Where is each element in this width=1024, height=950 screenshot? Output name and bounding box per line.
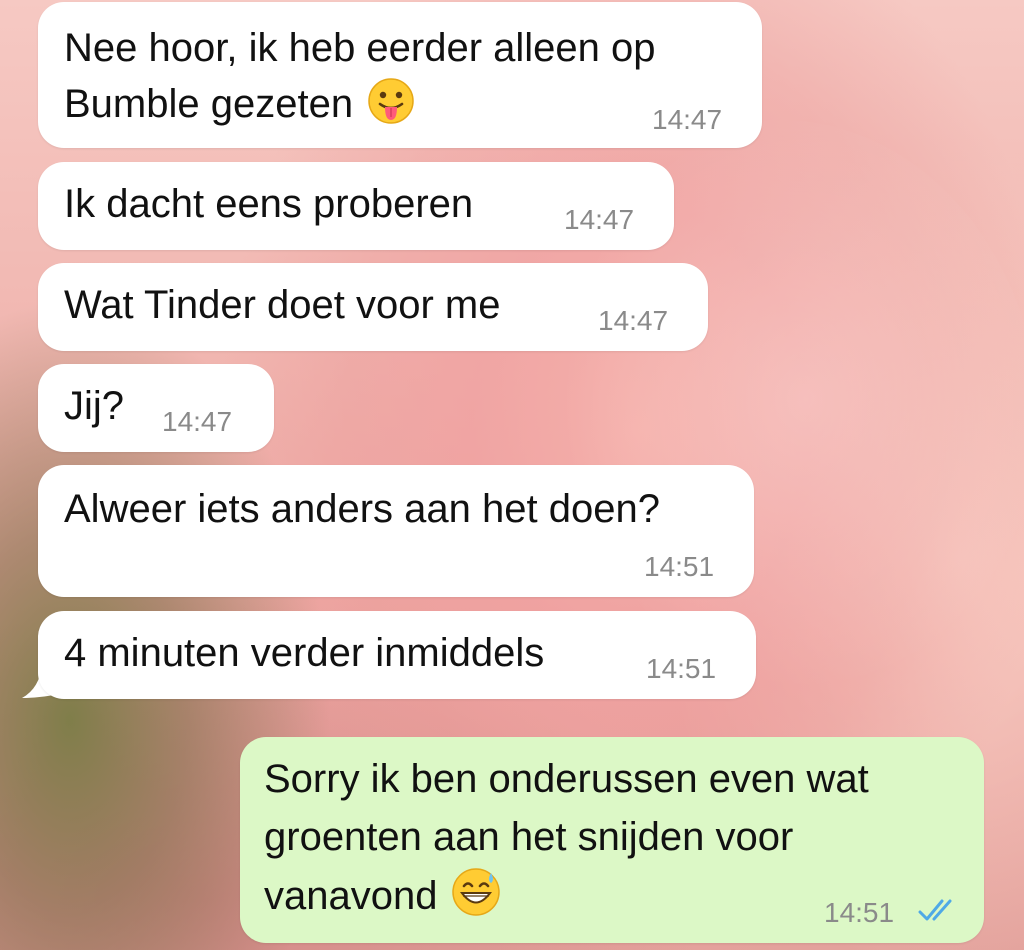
- message-timestamp: 14:47: [598, 305, 669, 336]
- message-timestamp: 14:47: [564, 204, 635, 235]
- message-text-line: Nee hoor, ik heb eerder alleen op: [64, 26, 656, 70]
- incoming-message-bubble[interactable]: Alweer iets anders aan het doen? 14:51: [38, 465, 754, 597]
- grinning-sweat-icon: [451, 867, 501, 932]
- message-timestamp: 14:51: [646, 653, 717, 684]
- message-timestamp: 14:47: [652, 104, 723, 135]
- face-with-tongue-icon: [367, 77, 415, 140]
- incoming-message-bubble[interactable]: 4 minuten verder inmiddels 14:51: [38, 611, 756, 699]
- message-timestamp: 14:51: [824, 897, 895, 928]
- message-timestamp: 14:51: [644, 551, 715, 582]
- message-text-line: Bumble gezeten: [64, 76, 415, 140]
- message-timestamp: 14:47: [162, 406, 233, 437]
- message-text: Wat Tinder doet voor me: [64, 283, 501, 327]
- message-text: 4 minuten verder inmiddels: [64, 631, 545, 675]
- read-double-check-icon: [918, 899, 952, 921]
- incoming-message-bubble[interactable]: Wat Tinder doet voor me 14:47: [38, 263, 708, 351]
- message-text-line: Sorry ik ben onderussen even wat: [264, 757, 869, 801]
- incoming-message-bubble[interactable]: Jij? 14:47: [38, 364, 274, 452]
- message-text-line: vanavond: [264, 867, 501, 932]
- incoming-message-bubble[interactable]: Ik dacht eens proberen 14:47: [38, 162, 674, 250]
- message-text-fragment: Bumble gezeten: [64, 82, 354, 126]
- message-text: Ik dacht eens proberen: [64, 182, 474, 226]
- incoming-message-bubble[interactable]: Nee hoor, ik heb eerder alleen op Bumble…: [38, 2, 762, 148]
- message-text-line: groenten aan het snijden voor: [264, 815, 794, 859]
- message-text: Alweer iets anders aan het doen?: [64, 487, 660, 531]
- outgoing-message-bubble[interactable]: Sorry ik ben onderussen even wat groente…: [240, 737, 984, 943]
- chat-message-list[interactable]: Nee hoor, ik heb eerder alleen op Bumble…: [0, 0, 1024, 950]
- message-text-fragment: vanavond: [264, 874, 438, 918]
- message-text: Jij?: [64, 384, 125, 428]
